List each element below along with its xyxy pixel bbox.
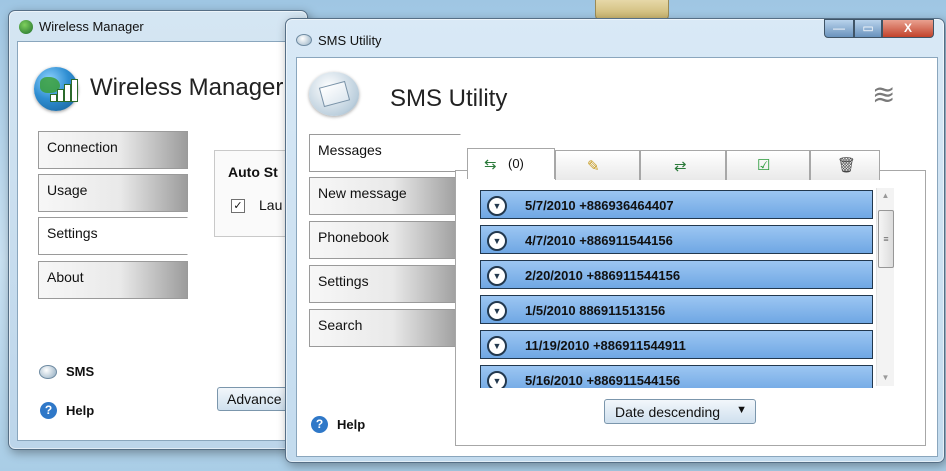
launch-checkbox[interactable]: ✓ bbox=[231, 199, 245, 213]
sort-order-dropdown[interactable]: Date descending ▼ bbox=[604, 399, 756, 424]
sms-utility-app-icon bbox=[296, 34, 312, 46]
scroll-up-arrow-icon[interactable]: ▲ bbox=[877, 188, 894, 204]
sms-icon bbox=[39, 365, 57, 379]
message-tab-checked[interactable]: ☑ bbox=[726, 150, 810, 180]
sms-utility-header-title: SMS Utility bbox=[390, 85, 508, 112]
expand-icon[interactable]: ▼ bbox=[487, 336, 507, 356]
auto-start-group-label: Auto St bbox=[228, 164, 278, 180]
sms-tab-messages[interactable]: Messages bbox=[309, 134, 461, 172]
compose-icon: ✎ bbox=[587, 158, 600, 175]
trash-icon: 🗑 bbox=[837, 157, 857, 174]
wm-tab-settings[interactable]: Settings bbox=[38, 217, 188, 255]
message-row[interactable]: ▼ 5/7/2010 +886936464407 bbox=[480, 190, 873, 219]
wireless-manager-header-title: Wireless Manager bbox=[90, 74, 284, 101]
scrollbar-thumb[interactable]: ≡ bbox=[878, 210, 894, 268]
wireless-manager-logo-icon bbox=[34, 67, 78, 111]
message-list: ▼ 5/7/2010 +886936464407 ▼ 4/7/2010 +886… bbox=[480, 188, 873, 388]
message-row-text: 5/7/2010 +886936464407 bbox=[525, 198, 674, 213]
expand-icon[interactable]: ▼ bbox=[487, 301, 507, 321]
sms-tab-settings[interactable]: Settings bbox=[309, 265, 461, 303]
sms-tab-new-message[interactable]: New message bbox=[309, 177, 461, 215]
message-row[interactable]: ▼ 2/20/2010 +886911544156 bbox=[480, 260, 873, 289]
message-row[interactable]: ▼ 4/7/2010 +886911544156 bbox=[480, 225, 873, 254]
sms-tab-phonebook[interactable]: Phonebook bbox=[309, 221, 461, 259]
wm-tab-usage[interactable]: Usage bbox=[38, 174, 188, 212]
message-row[interactable]: ▼ 11/19/2010 +886911544911 bbox=[480, 330, 873, 359]
message-tab-inbox[interactable]: ⇆ (0) bbox=[467, 148, 555, 179]
launch-checkbox-label: Lau bbox=[259, 197, 283, 213]
message-row-text: 1/5/2010 886911513156 bbox=[525, 303, 666, 318]
expand-icon[interactable]: ▼ bbox=[487, 266, 507, 286]
message-row[interactable]: ▼ 1/5/2010 886911513156 bbox=[480, 295, 873, 324]
message-row-text: 4/7/2010 +886911544156 bbox=[525, 233, 673, 248]
wireless-manager-window-title: Wireless Manager bbox=[39, 19, 144, 34]
checked-message-icon: ☑ bbox=[757, 157, 771, 174]
wm-tab-about[interactable]: About bbox=[38, 261, 188, 299]
wireless-manager-titlebar[interactable]: Wireless Manager bbox=[9, 11, 307, 41]
sms-help-link[interactable]: Help bbox=[337, 417, 365, 432]
sms-link[interactable]: SMS bbox=[66, 364, 94, 379]
inbox-icon: ⇆ bbox=[484, 156, 497, 173]
sms-tab-search[interactable]: Search bbox=[309, 309, 461, 347]
message-row-text: 5/16/2010 +886911544156 bbox=[525, 373, 681, 388]
message-row[interactable]: ▼ 5/16/2010 +886911544156 bbox=[480, 365, 873, 388]
message-tab-compose[interactable]: ✎ bbox=[555, 150, 640, 180]
expand-icon[interactable]: ▼ bbox=[487, 371, 507, 388]
chevron-down-icon: ▼ bbox=[736, 404, 747, 416]
message-row-text: 2/20/2010 +886911544156 bbox=[525, 268, 681, 283]
message-list-scrollbar[interactable]: ▲ ≡ ▼ bbox=[876, 188, 894, 386]
advanced-button[interactable]: Advance bbox=[217, 387, 295, 411]
expand-icon[interactable]: ▼ bbox=[487, 196, 507, 216]
help-icon: ? bbox=[311, 416, 328, 433]
minimize-button[interactable]: — bbox=[824, 19, 854, 38]
close-button[interactable]: X bbox=[882, 19, 934, 38]
wireless-manager-app-icon bbox=[19, 20, 33, 34]
envelope-logo-icon bbox=[309, 72, 359, 116]
antenna-icon: ≋ bbox=[872, 79, 896, 110]
scroll-down-arrow-icon[interactable]: ▼ bbox=[877, 370, 894, 386]
sort-order-value: Date descending bbox=[615, 404, 721, 420]
wm-help-link[interactable]: Help bbox=[66, 403, 94, 418]
message-tab-sent[interactable]: ⇄ bbox=[640, 150, 726, 180]
sms-utility-window-title: SMS Utility bbox=[318, 33, 382, 48]
message-row-text: 11/19/2010 +886911544911 bbox=[525, 338, 686, 353]
expand-icon[interactable]: ▼ bbox=[487, 231, 507, 251]
maximize-button[interactable]: ▭ bbox=[854, 19, 882, 38]
help-icon: ? bbox=[40, 402, 57, 419]
sent-icon: ⇄ bbox=[674, 158, 687, 175]
message-tab-trash[interactable]: 🗑 bbox=[810, 150, 880, 180]
inbox-count: (0) bbox=[508, 156, 524, 171]
wm-tab-connection[interactable]: Connection bbox=[38, 131, 188, 169]
